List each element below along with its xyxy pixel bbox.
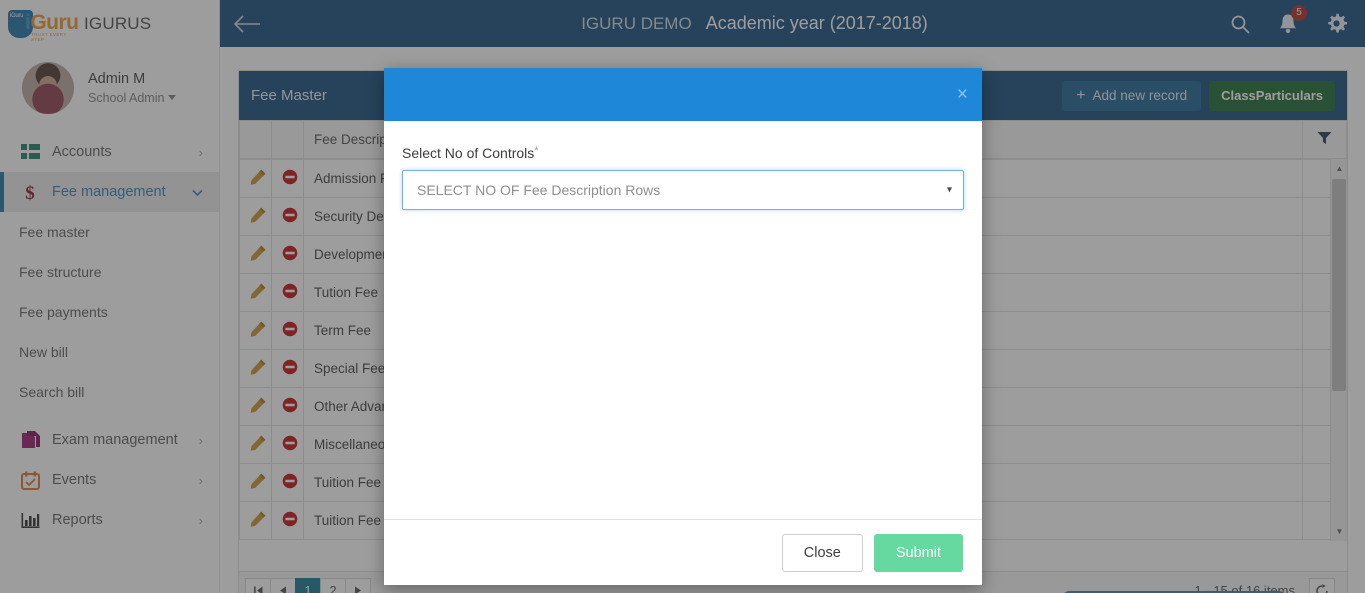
select-controls-value: SELECT NO OF Fee Description Rows bbox=[417, 182, 661, 198]
app-root: iGuru iGuru TRUST EVERY STEP IGURUS Admi… bbox=[0, 0, 1365, 593]
select-controls-label: Select No of Controls* bbox=[402, 145, 964, 161]
required-mark: * bbox=[534, 145, 539, 157]
select-controls-modal: × Select No of Controls* SELECT NO OF Fe… bbox=[384, 68, 982, 585]
close-button[interactable]: Close bbox=[781, 533, 863, 572]
submit-button[interactable]: Submit bbox=[873, 533, 963, 572]
field-label-text: Select No of Controls bbox=[402, 145, 535, 161]
modal-body: Select No of Controls* SELECT NO OF Fee … bbox=[384, 121, 982, 519]
modal-header: × bbox=[384, 68, 982, 121]
select-controls-wrapper: SELECT NO OF Fee Description Rows ▾ bbox=[402, 170, 964, 210]
select-controls-dropdown[interactable]: SELECT NO OF Fee Description Rows bbox=[402, 170, 964, 210]
modal-footer: Close Submit bbox=[384, 519, 982, 585]
close-icon[interactable]: × bbox=[957, 85, 968, 104]
